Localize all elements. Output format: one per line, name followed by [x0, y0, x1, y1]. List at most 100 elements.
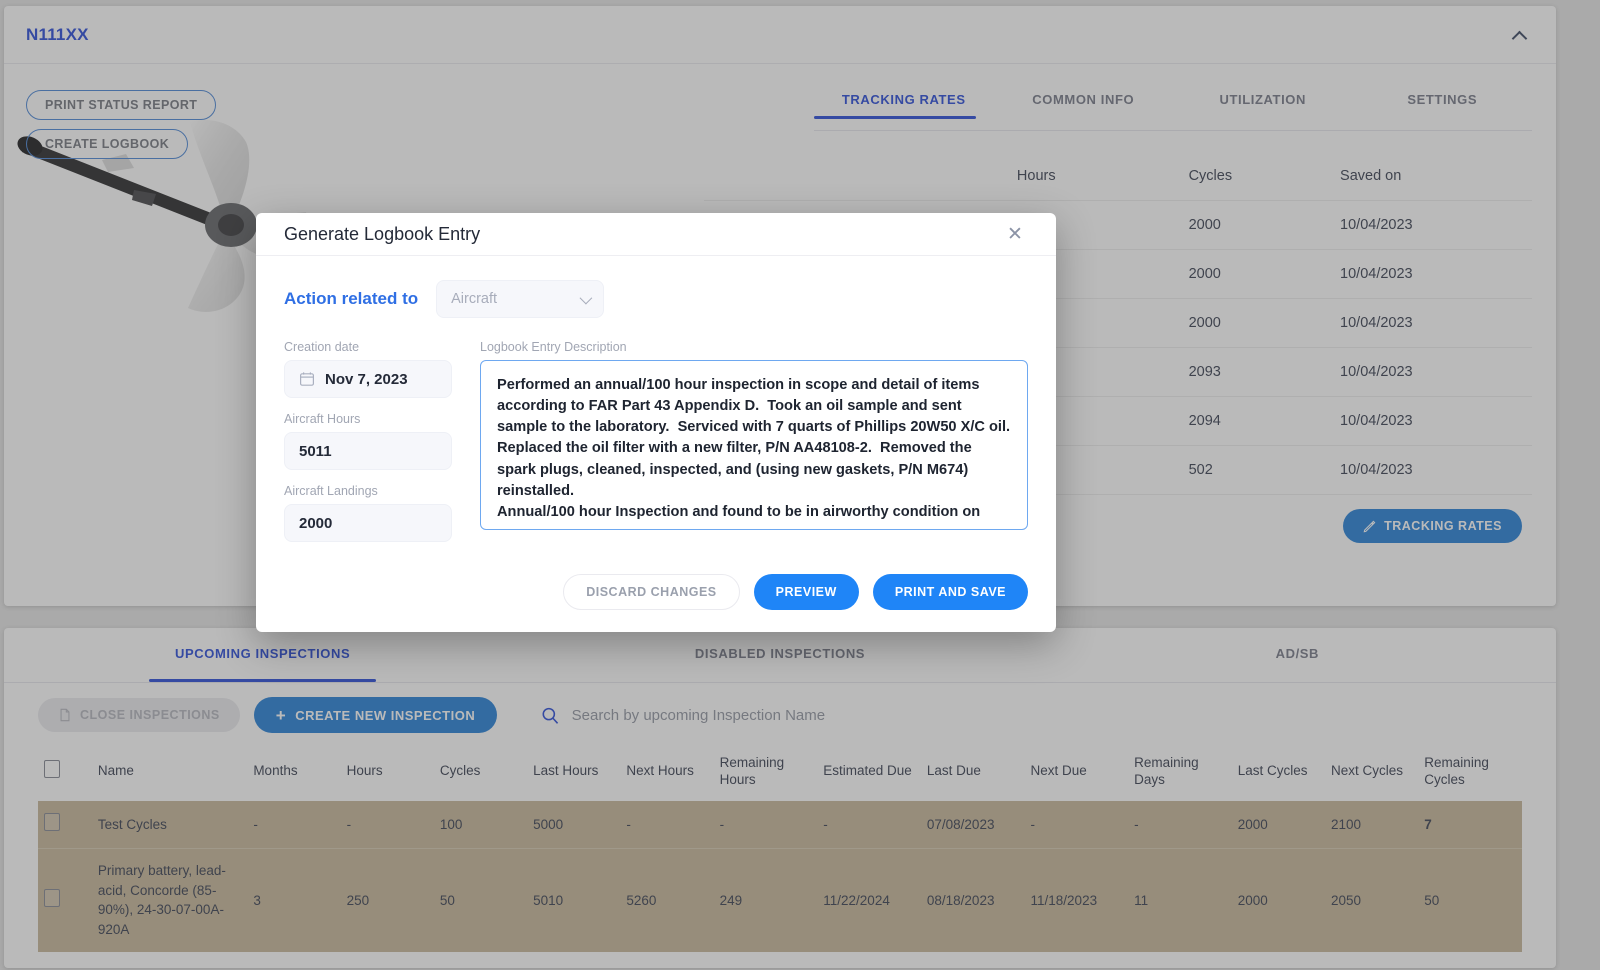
- cell-hours: 250: [346, 892, 370, 908]
- select-all-checkbox[interactable]: [44, 760, 60, 779]
- cell-remaining-days: -: [1134, 816, 1139, 832]
- table-row[interactable]: Primary battery, lead-acid, Concorde (85…: [38, 848, 1522, 952]
- aircraft-hours-field[interactable]: [284, 432, 452, 470]
- discard-changes-button[interactable]: DISCARD CHANGES: [563, 574, 740, 610]
- tab-tracking-rates[interactable]: TRACKING RATES: [814, 86, 994, 119]
- create-new-inspection-button[interactable]: + CREATE NEW INSPECTION: [253, 697, 498, 733]
- lower-tab-bar: UPCOMING INSPECTIONS DISABLED INSPECTION…: [4, 628, 1556, 683]
- cell-saved-on: 10/04/2023: [1330, 298, 1532, 348]
- col-hours: Hours: [346, 763, 383, 779]
- creation-date-label: Creation date: [284, 340, 360, 354]
- tab-disabled-inspections[interactable]: DISABLED INSPECTIONS: [521, 628, 1038, 682]
- dialog-footer: DISCARD CHANGES PREVIEW PRINT AND SAVE: [256, 556, 1056, 632]
- cell-remaining-cycles: 7: [1424, 816, 1432, 832]
- aircraft-landings-input[interactable]: [299, 514, 437, 532]
- row-checkbox[interactable]: [44, 812, 60, 831]
- cell-name: Test Cycles: [97, 816, 167, 832]
- print-and-save-button[interactable]: PRINT AND SAVE: [872, 574, 1028, 610]
- document-icon: [60, 708, 70, 722]
- col-next-hours: Next Hours: [626, 763, 694, 779]
- cell-cycles: 2000: [1178, 200, 1331, 250]
- cell-remaining-days: 11: [1134, 892, 1149, 908]
- action-related-select-value: Aircraft: [451, 291, 498, 307]
- aircraft-landings-field[interactable]: [284, 504, 452, 542]
- cell-last-hours: 5000: [533, 816, 564, 832]
- cell-last-cycles: 2000: [1237, 816, 1268, 832]
- pencil-icon: [1363, 520, 1376, 532]
- cell-cycles: 502: [1178, 445, 1331, 494]
- cell-estimated-due: 11/22/2024: [823, 892, 890, 908]
- edit-tracking-rates-button[interactable]: TRACKING RATES: [1343, 509, 1522, 543]
- upper-tab-bar: TRACKING RATES COMMON INFO UTILIZATION S…: [814, 86, 1532, 132]
- col-name: [704, 152, 1007, 201]
- cell-saved-on: 10/04/2023: [1330, 445, 1532, 494]
- page-title: N111XX: [26, 24, 89, 44]
- tab-upcoming-inspections[interactable]: UPCOMING INSPECTIONS: [4, 628, 521, 682]
- cell-remaining-hours: 249: [719, 892, 743, 908]
- col-last-due: Last Due: [926, 763, 981, 779]
- cell-remaining-hours: -: [719, 816, 725, 832]
- aircraft-hours-input[interactable]: [299, 442, 437, 460]
- tab-settings[interactable]: SETTINGS: [1353, 86, 1533, 119]
- col-next-cycles: Next Cycles: [1331, 763, 1404, 779]
- action-related-row: Action related to Aircraft: [284, 280, 1028, 318]
- cell-saved-on: 10/04/2023: [1330, 200, 1532, 250]
- tab-ad-sb[interactable]: AD/SB: [1039, 628, 1556, 682]
- app-root: N111XX PRINT STATUS REPORT CREATE LOGBOO…: [0, 0, 1600, 970]
- col-next-due: Next Due: [1030, 763, 1087, 779]
- create-logbook-button[interactable]: CREATE LOGBOOK: [26, 129, 189, 159]
- cell-hours: -: [346, 816, 352, 832]
- cell-saved-on: 10/04/2023: [1330, 396, 1532, 446]
- col-select-all: [38, 743, 92, 801]
- row-checkbox[interactable]: [44, 888, 60, 907]
- search-input[interactable]: [571, 706, 1522, 724]
- print-status-report-button[interactable]: PRINT STATUS REPORT: [26, 90, 217, 120]
- col-cycles: Cycles: [1188, 168, 1233, 184]
- generate-logbook-entry-dialog: Generate Logbook Entry ✕ Action related …: [256, 213, 1056, 632]
- inspections-toolbar: CLOSE INSPECTIONS + CREATE NEW INSPECTIO…: [4, 683, 1556, 743]
- cell-months: 3: [253, 892, 261, 908]
- dialog-form-left: Creation date Nov 7, 2023 Aircraft Hours: [284, 340, 452, 556]
- plus-icon: +: [275, 705, 287, 725]
- logbook-entry-description-textarea[interactable]: [480, 360, 1028, 530]
- preview-button[interactable]: PREVIEW: [753, 574, 859, 610]
- close-inspections-label: CLOSE INSPECTIONS: [80, 708, 220, 722]
- cell-cycles: 2000: [1178, 249, 1331, 299]
- col-last-hours: Last Hours: [533, 763, 599, 779]
- aircraft-panel-header: N111XX: [4, 6, 1556, 64]
- cell-next-due: 11/18/2023: [1030, 892, 1098, 908]
- close-inspections-button[interactable]: CLOSE INSPECTIONS: [38, 698, 240, 732]
- action-related-select[interactable]: Aircraft: [436, 280, 605, 318]
- col-months: Months: [253, 763, 298, 779]
- col-last-cycles: Last Cycles: [1237, 763, 1308, 779]
- search-icon: [542, 707, 559, 724]
- cell-select: [38, 801, 92, 849]
- creation-date-field[interactable]: Nov 7, 2023: [284, 360, 452, 398]
- search-box[interactable]: [541, 706, 1522, 725]
- col-saved-on: Saved on: [1340, 168, 1402, 184]
- dialog-title: Generate Logbook Entry: [284, 223, 481, 244]
- close-icon[interactable]: ✕: [1002, 221, 1028, 247]
- dialog-body: Action related to Aircraft Creation date: [256, 256, 1056, 556]
- edit-tracking-rates-label: TRACKING RATES: [1384, 519, 1502, 533]
- table-row[interactable]: Test Cycles - - 100 5000 - - - 07/08/202…: [38, 800, 1522, 849]
- description-label: Logbook Entry Description: [480, 340, 627, 354]
- dialog-header: Generate Logbook Entry ✕: [256, 213, 1056, 256]
- aircraft-landings-label: Aircraft Landings: [284, 484, 378, 498]
- inspections-panel: UPCOMING INSPECTIONS DISABLED INSPECTION…: [4, 628, 1556, 968]
- tab-common-info[interactable]: COMMON INFO: [994, 86, 1174, 119]
- dialog-form: Creation date Nov 7, 2023 Aircraft Hours: [284, 340, 1028, 556]
- cell-cycles: 2000: [1178, 298, 1331, 348]
- tab-utilization[interactable]: UTILIZATION: [1173, 86, 1353, 119]
- cell-last-due: 07/08/2023: [926, 816, 995, 832]
- cell-cycles: 50: [439, 892, 455, 908]
- cell-next-due: -: [1030, 816, 1036, 832]
- cell-cycles: 2093: [1178, 347, 1331, 397]
- col-remaining-days: Remaining Days: [1134, 755, 1199, 787]
- cell-last-cycles: 2000: [1237, 892, 1268, 908]
- col-estimated-due: Estimated Due: [823, 763, 912, 779]
- cell-next-hours: 5260: [626, 892, 657, 908]
- chevron-up-icon[interactable]: [1504, 20, 1534, 50]
- inspections-table: Name Months Hours Cycles Last Hours Next…: [4, 743, 1556, 952]
- create-new-inspection-label: CREATE NEW INSPECTION: [295, 707, 476, 723]
